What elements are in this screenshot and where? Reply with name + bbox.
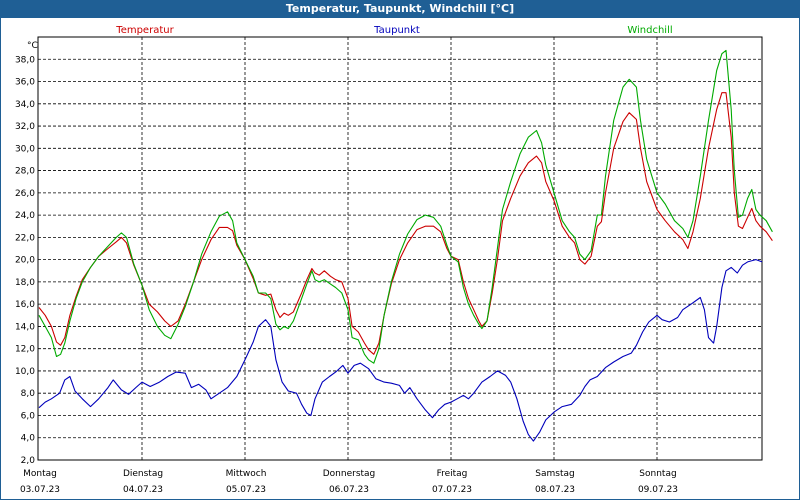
x-tick-weekday: Samstag — [535, 469, 574, 479]
x-tick-date: 07.07.23 — [432, 485, 472, 495]
y-tick-labels: 2,0 4,0 6,0 8,0 10,0 12,0 14,0 16,0 18,0 20,0 22,0… — [15, 55, 35, 466]
y-tick-label: 12,0 — [15, 345, 35, 355]
y-tick-label: 8,0 — [21, 389, 36, 399]
y-tick-label: 14,0 — [15, 322, 35, 332]
legend-temperatur: Temperatur — [115, 25, 174, 36]
x-tick-date: 08.07.23 — [535, 485, 575, 495]
y-tick-label: 28,0 — [15, 167, 35, 177]
y-tick-label: 4,0 — [21, 434, 36, 444]
x-tick-weekday: Montag — [23, 469, 57, 479]
x-tick-weekday: Sonntag — [639, 469, 676, 479]
y-axis-unit-label: °C — [27, 41, 38, 51]
x-tick-date: 04.07.23 — [123, 485, 163, 495]
y-tick-label: 34,0 — [15, 100, 35, 110]
y-tick-label: 20,0 — [15, 256, 35, 266]
y-tick-label: 6,0 — [21, 411, 36, 421]
x-tick-weekday: Dienstag — [123, 469, 163, 479]
y-tick-label: 30,0 — [15, 144, 35, 154]
y-tick-label: 16,0 — [15, 300, 35, 310]
y-tick-label: 22,0 — [15, 233, 35, 243]
y-tick-label: 18,0 — [15, 278, 35, 288]
legend-windchill: Windchill — [627, 25, 672, 36]
temperature-chart: 2,0 4,0 6,0 8,0 10,0 12,0 14,0 16,0 18,0 20,0 22,0… — [15, 25, 773, 495]
legend: Temperatur Taupunkt Windchill — [115, 25, 672, 36]
x-tick-date: 05.07.23 — [226, 485, 266, 495]
x-tick-labels: Montag 03.07.23 Dienstag 04.07.23 Mittwoch 05… — [20, 469, 678, 495]
x-tick-date: 06.07.23 — [329, 485, 369, 495]
x-tick-date: 09.07.23 — [638, 485, 678, 495]
x-tick-weekday: Mittwoch — [226, 469, 267, 479]
y-tick-label: 32,0 — [15, 122, 35, 132]
x-tick-weekday: Freitag — [437, 469, 468, 479]
y-tick-label: 10,0 — [15, 367, 35, 377]
x-tick-date: 03.07.23 — [20, 485, 60, 495]
y-tick-label: 36,0 — [15, 78, 35, 88]
y-tick-label: 26,0 — [15, 189, 35, 199]
y-tick-label: 2,0 — [21, 456, 36, 466]
y-tick-label: 24,0 — [15, 211, 35, 221]
y-tick-label: 38,0 — [15, 55, 35, 65]
legend-taupunkt: Taupunkt — [373, 25, 420, 36]
x-tick-weekday: Donnerstag — [323, 469, 376, 479]
plot-area — [37, 36, 763, 461]
